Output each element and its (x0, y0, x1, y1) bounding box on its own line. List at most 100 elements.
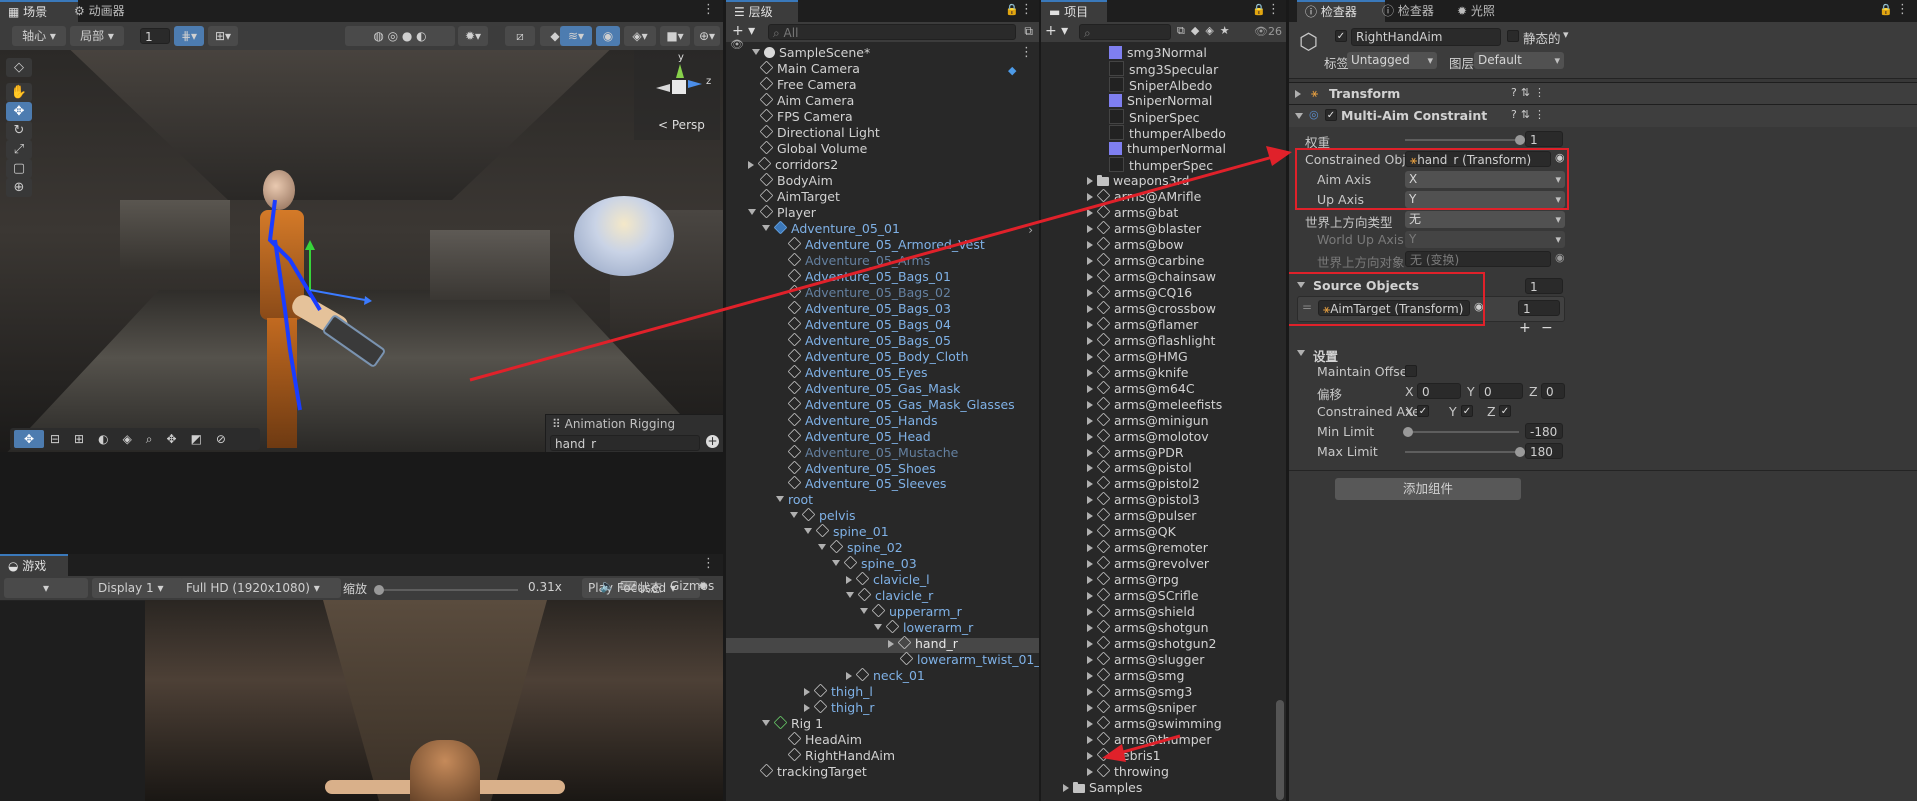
collapsed-arrow-icon[interactable] (888, 640, 894, 649)
hierarchy-item[interactable]: clavicle_l (846, 571, 930, 588)
project-item[interactable]: arms@carbine (1087, 252, 1204, 269)
project-item[interactable]: smg3Normal (1109, 45, 1207, 61)
hierarchy-item[interactable]: Aim Camera (748, 92, 854, 109)
expanded-arrow-icon[interactable] (762, 224, 770, 231)
max-limit-knob[interactable] (1515, 447, 1525, 457)
collapsed-arrow-icon[interactable] (1087, 384, 1093, 393)
rect-tool-button[interactable]: ▢ (6, 159, 32, 178)
project-item[interactable]: arms@shotgun2 (1087, 635, 1216, 652)
project-lock-icon[interactable]: 🔒 (1252, 3, 1266, 16)
max-limit-slider[interactable] (1405, 451, 1519, 453)
layers-button[interactable]: ≋▾ (560, 26, 592, 46)
hierarchy-item[interactable]: Adventure_05_Shoes (776, 460, 936, 477)
hierarchy-item[interactable]: HeadAim (776, 731, 862, 748)
hierarchy-item[interactable]: Adventure_05_Bags_04 (776, 316, 951, 333)
collapsed-arrow-icon[interactable] (1087, 656, 1093, 665)
pivot-dropdown[interactable]: 轴心 ▾ (12, 26, 66, 46)
static-dropdown[interactable]: ▾ (1563, 28, 1569, 41)
collapsed-arrow-icon[interactable] (1087, 416, 1093, 425)
project-item[interactable]: arms@molotov (1087, 428, 1209, 445)
hierarchy-item[interactable]: thigh_l (804, 683, 873, 700)
collapsed-arrow-icon[interactable] (846, 576, 852, 585)
toggle-2d-button[interactable]: ⧄ (505, 26, 535, 46)
hierarchy-item[interactable]: root (776, 492, 813, 508)
collapsed-arrow-icon[interactable] (1087, 208, 1093, 217)
add-icon[interactable]: + (706, 435, 719, 448)
project-item[interactable]: weapons3rd (1087, 173, 1189, 189)
inspector-menu-icon[interactable]: ⋮ (1896, 2, 1909, 17)
project-item[interactable]: arms@rpg (1087, 571, 1179, 588)
project-search-input[interactable]: ⌕ (1079, 24, 1171, 40)
expanded-arrow-icon[interactable] (762, 720, 770, 727)
tab-lighting[interactable]: ✹ 光照 (1449, 0, 1503, 22)
project-item[interactable]: arms@HMG (1087, 348, 1188, 365)
hierarchy-item[interactable]: thigh_r (804, 699, 875, 716)
hierarchy-scene-row[interactable]: SampleScene* (752, 45, 870, 61)
project-item[interactable]: arms@pulser (1087, 508, 1196, 524)
collapsed-arrow-icon[interactable] (1087, 288, 1093, 297)
world-up-type-dropdown[interactable]: 无 (1405, 211, 1565, 228)
project-item[interactable]: arms@smg (1087, 667, 1184, 684)
world-up-picker-icon[interactable]: ◉ (1555, 251, 1565, 264)
transform-tool-button[interactable]: ⊕ (6, 178, 32, 197)
project-item[interactable]: arms@pistol2 (1087, 476, 1200, 492)
scene-menu-icon[interactable]: ⋮ (702, 2, 715, 17)
min-limit-field[interactable]: -180 (1525, 423, 1563, 439)
scene-viewport[interactable]: ◇ ✋ ✥ ↻ ⤢ ▢ ⊕ y z < Persp ⠿ Animation Ri… (0, 50, 723, 452)
collapsed-arrow-icon[interactable] (1087, 592, 1093, 601)
world-up-object-field[interactable]: 无 (变换) (1405, 251, 1551, 267)
tab-game[interactable]: ◒ 游戏 (0, 554, 68, 576)
collapsed-arrow-icon[interactable] (1087, 576, 1093, 585)
expand-arrow-icon[interactable] (1297, 350, 1305, 356)
constraint-enabled-checkbox[interactable]: ✓ (1325, 109, 1337, 121)
project-item[interactable]: debris1 (1087, 747, 1161, 764)
project-item[interactable]: arms@swimming (1087, 715, 1222, 732)
expanded-arrow-icon[interactable] (846, 592, 854, 599)
hierarchy-item[interactable]: Adventure_05_01 (762, 220, 900, 237)
maintain-offset-checkbox[interactable] (1405, 365, 1417, 377)
project-item[interactable]: arms@revolver (1087, 555, 1209, 572)
project-item[interactable]: arms@knife (1087, 364, 1189, 381)
axis-gizmo[interactable]: y z < Persp (634, 50, 720, 140)
project-item[interactable]: arms@chainsaw (1087, 268, 1216, 285)
hierarchy-item[interactable]: Adventure_05_Bags_03 (776, 300, 951, 317)
gizmos-button[interactable]: ⊕▾ (694, 26, 720, 46)
hierarchy-item[interactable]: hand_r (888, 635, 958, 652)
project-item[interactable]: arms@shotgun (1087, 619, 1209, 636)
view-tool-button[interactable]: ◇ (6, 58, 32, 77)
increment-snap-button[interactable]: ⊞▾ (208, 26, 238, 46)
project-menu-icon[interactable]: ⋮ (1267, 2, 1280, 17)
scene-visibility-icon[interactable]: ⧉ (1024, 24, 1033, 39)
project-add-button[interactable]: + ▾ (1045, 23, 1068, 39)
hierarchy-item[interactable]: Player (748, 204, 816, 221)
hierarchy-item[interactable]: Free Camera (748, 76, 857, 93)
weight-slider[interactable] (1405, 139, 1519, 141)
collapse-arrow-icon[interactable] (1295, 90, 1301, 98)
settings-header[interactable]: 设置 (1289, 344, 1917, 364)
weight-field[interactable]: 1 (1525, 131, 1563, 147)
project-item[interactable]: arms@minigun (1087, 412, 1209, 429)
active-checkbox[interactable]: ✓ (1335, 30, 1347, 42)
collapsed-arrow-icon[interactable] (1087, 560, 1093, 569)
expanded-arrow-icon[interactable] (790, 512, 798, 519)
stats-toggle[interactable]: 状态 (638, 579, 662, 596)
grid-snap-button[interactable]: ⋕▾ (174, 26, 204, 46)
collapsed-arrow-icon[interactable] (1087, 608, 1093, 617)
hierarchy-menu-icon[interactable]: ⋮ (1020, 2, 1033, 17)
collapsed-arrow-icon[interactable] (1087, 688, 1093, 697)
hierarchy-item[interactable]: FPS Camera (748, 108, 853, 125)
collapsed-arrow-icon[interactable] (1063, 784, 1069, 793)
scale-slider-knob[interactable] (374, 585, 384, 595)
source-count-field[interactable]: 1 (1525, 278, 1563, 294)
expand-arrow-icon[interactable] (1295, 113, 1303, 119)
hierarchy-item[interactable]: Directional Light (748, 124, 880, 141)
collapsed-arrow-icon[interactable] (1087, 256, 1093, 265)
hierarchy-item[interactable]: Adventure_05_Mustache (776, 444, 958, 461)
hierarchy-item[interactable]: Adventure_05_Arms (776, 252, 930, 269)
hierarchy-item[interactable]: Global Volume (748, 140, 867, 157)
hierarchy-item[interactable]: Adventure_05_Body_Cloth (776, 348, 969, 365)
animation-rigging-field[interactable]: hand_r (550, 435, 700, 451)
hierarchy-scene-menu-icon[interactable]: ⋮ (1020, 45, 1033, 60)
hierarchy-item[interactable]: Adventure_05_Armored_Vest (776, 236, 985, 253)
game-menu-icon[interactable]: ⋮ (702, 556, 715, 571)
